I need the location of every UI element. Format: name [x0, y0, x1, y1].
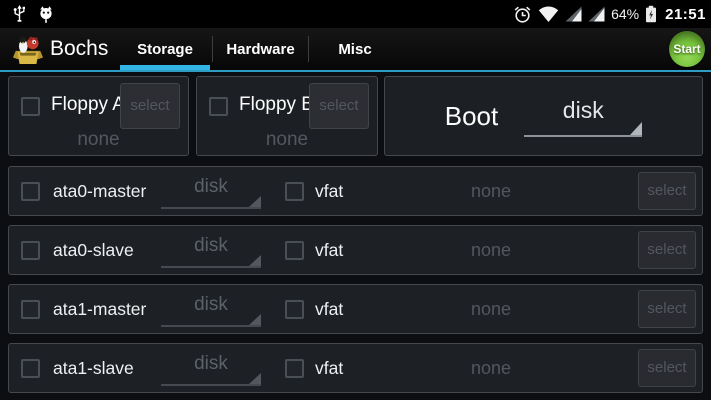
- spinner-underline: [161, 266, 261, 268]
- clock: 21:51: [663, 6, 706, 23]
- dropdown-triangle-icon: [249, 314, 261, 325]
- vfat-checkbox[interactable]: [285, 241, 304, 260]
- spinner-underline: [524, 135, 642, 137]
- media-type-value: disk: [161, 176, 261, 198]
- tab-bar: Storage Hardware Misc: [118, 28, 401, 70]
- action-bar: Bochs Storage Hardware Misc Start: [0, 28, 711, 72]
- dropdown-triangle-icon: [249, 373, 261, 384]
- drive-name: ata1-master: [53, 285, 146, 333]
- media-type-spinner[interactable]: disk: [161, 353, 261, 386]
- floppy-a-panel: Floppy A select none: [8, 76, 189, 156]
- drive-row-ata0-slave: ata0-slave disk vfat none select: [8, 225, 703, 275]
- drive-row-ata1-slave: ata1-slave disk vfat none select: [8, 343, 703, 393]
- dropdown-triangle-icon: [630, 122, 642, 135]
- floppy-b-label: Floppy B: [239, 94, 314, 116]
- drive-row-ata0-master: ata0-master disk vfat none select: [8, 166, 703, 216]
- tab-storage[interactable]: Storage: [118, 28, 212, 70]
- floppy-a-value: none: [9, 129, 188, 151]
- start-button[interactable]: Start: [669, 31, 705, 67]
- media-type-value: disk: [161, 235, 261, 257]
- signal-icon: [588, 6, 605, 22]
- signal-icon: [565, 6, 582, 22]
- app-title: Bochs: [50, 28, 108, 70]
- status-bar-right: 64% 21:51: [513, 0, 706, 28]
- drive-name: ata0-slave: [53, 226, 134, 274]
- spinner-underline: [161, 207, 261, 209]
- drive-select-button[interactable]: select: [638, 231, 696, 269]
- bochs-app-screen: 64% 21:51 Bochs Storage: [0, 0, 711, 400]
- media-type-spinner[interactable]: disk: [161, 294, 261, 327]
- tab-misc[interactable]: Misc: [309, 28, 401, 70]
- drive-name: ata0-master: [53, 167, 146, 215]
- vfat-label: vfat: [315, 285, 343, 333]
- drive-image-value: none: [401, 226, 581, 274]
- vfat-checkbox[interactable]: [285, 300, 304, 319]
- drive-select-button[interactable]: select: [638, 349, 696, 387]
- alarm-icon: [513, 5, 532, 24]
- drive-enable-checkbox[interactable]: [21, 241, 40, 260]
- vfat-checkbox[interactable]: [285, 359, 304, 378]
- drive-enable-checkbox[interactable]: [21, 182, 40, 201]
- status-bar: 64% 21:51: [0, 0, 711, 28]
- drive-image-value: none: [401, 167, 581, 215]
- tab-storage-label: Storage: [137, 41, 193, 58]
- dropdown-triangle-icon: [249, 196, 261, 207]
- tab-hardware[interactable]: Hardware: [213, 28, 308, 70]
- vfat-label: vfat: [315, 226, 343, 274]
- drive-select-button[interactable]: select: [638, 290, 696, 328]
- spinner-underline: [161, 325, 261, 327]
- floppy-b-select-button[interactable]: select: [309, 83, 369, 129]
- boot-device-spinner[interactable]: disk: [524, 88, 642, 144]
- floppy-b-value: none: [197, 129, 377, 151]
- boot-panel: Boot disk: [384, 76, 703, 156]
- battery-charging-icon: [645, 5, 657, 23]
- floppy-a-label: Floppy A: [51, 94, 125, 116]
- drive-row-ata1-master: ata1-master disk vfat none select: [8, 284, 703, 334]
- bochs-logo-icon: [12, 33, 44, 65]
- floppy-a-select-button[interactable]: select: [120, 83, 180, 129]
- boot-device-value: disk: [524, 97, 642, 124]
- drive-image-value: none: [401, 344, 581, 392]
- tab-hardware-label: Hardware: [226, 41, 294, 58]
- drive-enable-checkbox[interactable]: [21, 359, 40, 378]
- wifi-icon: [538, 6, 559, 23]
- usb-icon: [12, 5, 27, 24]
- media-type-value: disk: [161, 353, 261, 375]
- bug-report-icon: [38, 5, 54, 24]
- drive-select-button[interactable]: select: [638, 172, 696, 210]
- drive-enable-checkbox[interactable]: [21, 300, 40, 319]
- floppy-b-checkbox[interactable]: [209, 97, 228, 116]
- drive-name: ata1-slave: [53, 344, 134, 392]
- media-type-spinner[interactable]: disk: [161, 176, 261, 209]
- vfat-label: vfat: [315, 167, 343, 215]
- vfat-label: vfat: [315, 344, 343, 392]
- tab-misc-label: Misc: [338, 41, 371, 58]
- boot-label: Boot: [445, 101, 499, 132]
- media-type-value: disk: [161, 294, 261, 316]
- floppy-b-panel: Floppy B select none: [196, 76, 378, 156]
- battery-percent: 64%: [611, 6, 639, 22]
- vfat-checkbox[interactable]: [285, 182, 304, 201]
- dropdown-triangle-icon: [249, 255, 261, 266]
- drive-image-value: none: [401, 285, 581, 333]
- status-bar-left: [0, 5, 54, 24]
- floppy-a-checkbox[interactable]: [21, 97, 40, 116]
- active-tab-underline: [120, 65, 210, 70]
- spinner-underline: [161, 384, 261, 386]
- media-type-spinner[interactable]: disk: [161, 235, 261, 268]
